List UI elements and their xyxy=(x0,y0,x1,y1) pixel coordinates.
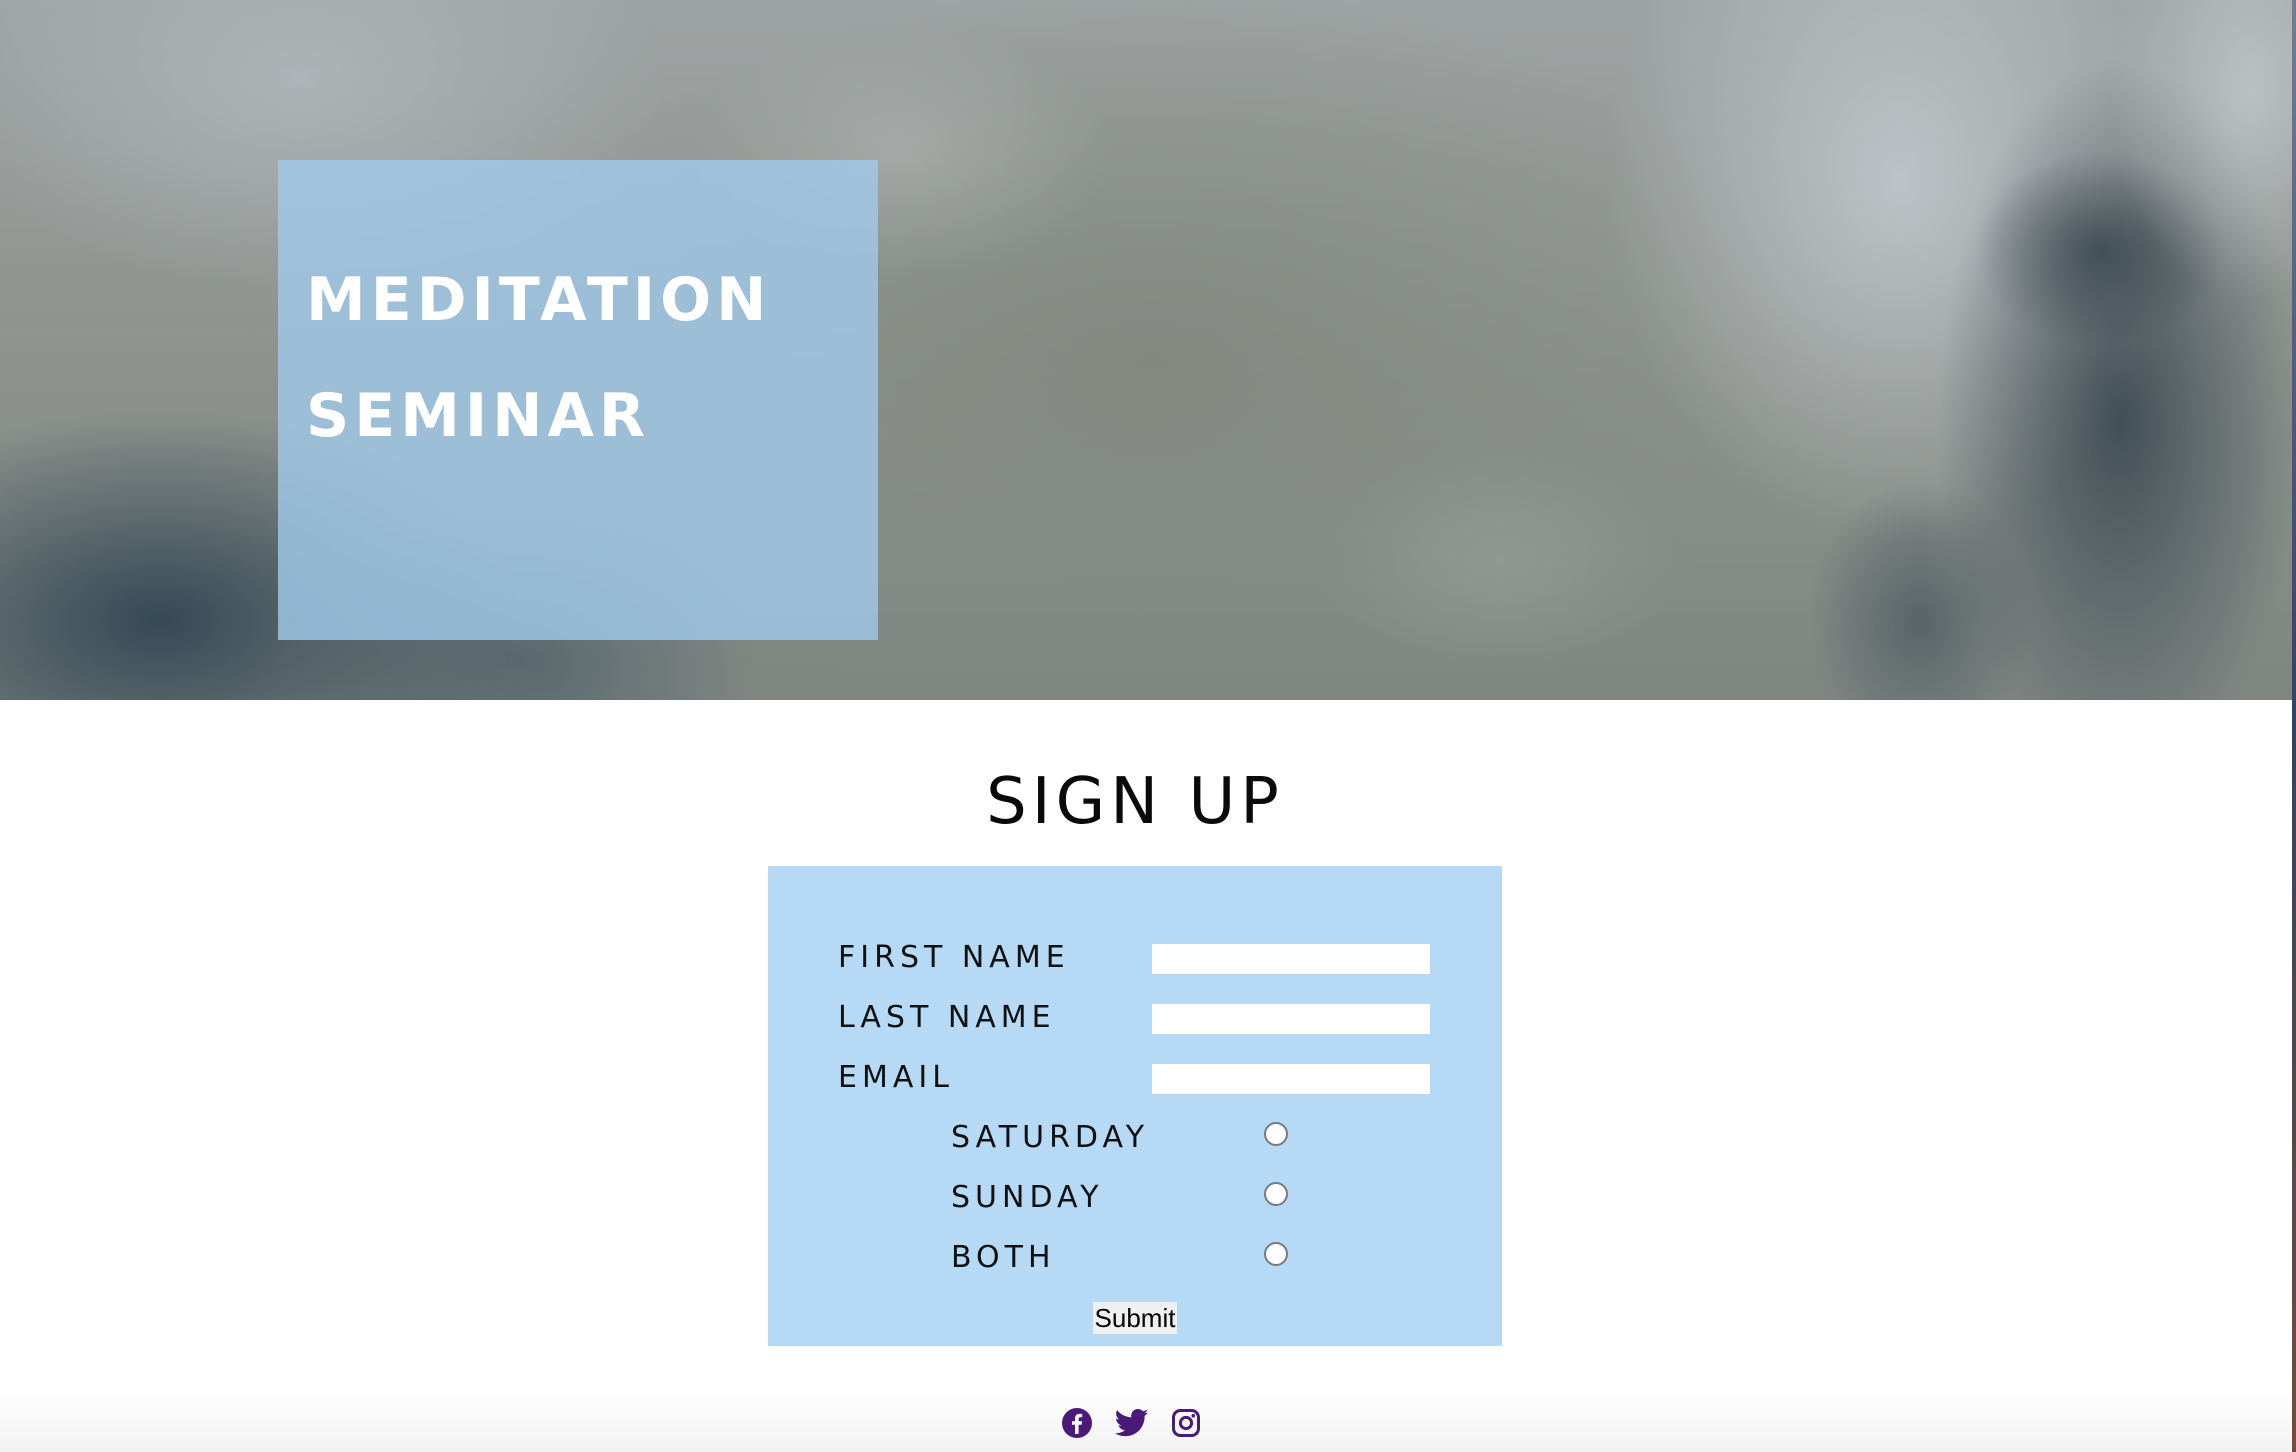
email-label: EMAIL xyxy=(838,1060,954,1095)
twitter-icon xyxy=(1115,1408,1149,1438)
title-box: MEDITATION SEMINAR xyxy=(278,160,878,640)
saturday-radio[interactable] xyxy=(1264,1122,1288,1146)
last-name-label: LAST NAME xyxy=(838,1000,1056,1035)
first-name-label: FIRST NAME xyxy=(838,940,1070,975)
instagram-link[interactable] xyxy=(1169,1406,1203,1440)
sunday-label: SUNDAY xyxy=(951,1180,1104,1215)
both-radio[interactable] xyxy=(1264,1242,1288,1266)
instagram-icon xyxy=(1171,1408,1201,1438)
email-input[interactable] xyxy=(1152,1064,1430,1094)
title-line-1: MEDITATION xyxy=(306,265,772,335)
twitter-link[interactable] xyxy=(1115,1406,1149,1440)
hero-banner: MEDITATION SEMINAR xyxy=(0,0,2292,700)
both-label: BOTH xyxy=(951,1240,1056,1275)
facebook-link[interactable] xyxy=(1060,1406,1094,1440)
title-line-2: SEMINAR xyxy=(306,381,651,451)
last-name-input[interactable] xyxy=(1152,1004,1430,1034)
submit-button[interactable]: Submit xyxy=(1093,1302,1177,1334)
page: MEDITATION SEMINAR SIGN UP FIRST NAME LA… xyxy=(0,0,2296,1452)
saturday-label: SATURDAY xyxy=(951,1120,1150,1155)
facebook-icon xyxy=(1061,1407,1093,1439)
first-name-input[interactable] xyxy=(1152,944,1430,974)
signup-form: FIRST NAME LAST NAME EMAIL SATURDAY SUND… xyxy=(768,866,1502,1346)
sunday-radio[interactable] xyxy=(1264,1182,1288,1206)
signup-heading: SIGN UP xyxy=(986,765,1284,839)
window-edge xyxy=(2292,0,2296,1452)
